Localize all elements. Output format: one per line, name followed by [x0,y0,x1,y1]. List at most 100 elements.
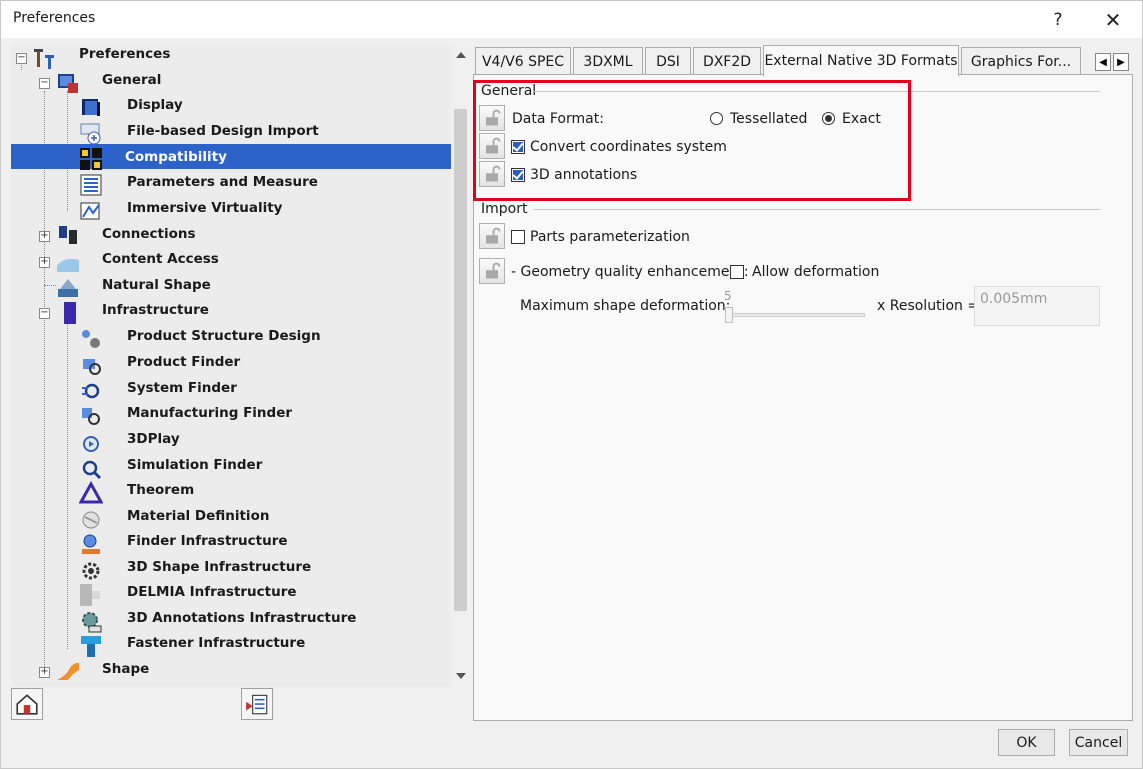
group-divider [534,91,1100,92]
help-button[interactable]: ? [1035,1,1081,38]
tree-item-material-definition[interactable]: Material Definition [125,503,271,528]
tree-item-compatibility[interactable]: Compatibility [11,144,451,169]
max-shape-deformation-label: Maximum shape deformation: [520,298,731,314]
parameters-measure-icon [80,174,102,196]
allow-deformation-checkbox[interactable] [730,265,744,279]
cancel-button[interactable]: Cancel [1069,729,1128,756]
tree-item-3d-annotations-infrastructure[interactable]: 3D Annotations Infrastructure [125,605,358,630]
lock-3d-annotations-button[interactable] [479,161,505,187]
scroll-down-arrow[interactable] [456,673,466,679]
tab-3dxml[interactable]: 3DXML [573,47,643,75]
scroll-up-arrow[interactable] [456,52,466,58]
window-title: Preferences [13,10,96,26]
3d-annotations-label: 3D annotations [530,167,638,183]
expander-general[interactable]: − [39,78,50,89]
tree-item-preferences[interactable]: Preferences [79,45,170,66]
display-icon [82,99,100,116]
finder-infrastructure-icon [82,534,100,554]
deformation-slider-thumb[interactable] [725,307,733,323]
lock-icon [486,137,501,154]
tree-item-general[interactable]: General [102,67,161,92]
natural-shape-icon [58,279,78,297]
geometry-quality-label: - Geometry quality enhancement: [511,264,749,280]
group-general-label: General [481,83,537,99]
tree-item-file-based-design-import[interactable]: File-based Design Import [125,118,321,143]
reset-home-button[interactable] [11,688,43,720]
file-import-icon [80,123,101,145]
tree-scrollbar[interactable] [452,45,469,687]
tree-item-natural-shape[interactable]: Natural Shape [102,272,211,297]
lock-icon [486,109,501,126]
tree-item-infrastructure[interactable]: Infrastructure [102,297,209,322]
resolution-field[interactable]: 0.005mm [974,286,1100,326]
expander-connections[interactable]: + [39,231,50,242]
tree-item-simulation-finder[interactable]: Simulation Finder [125,452,264,477]
allow-deformation-label: Allow deformation [752,264,880,280]
tree-item-delmia-infrastructure[interactable]: DELMIA Infrastructure [125,579,299,604]
tree-item-parameters-and-measure[interactable]: Parameters and Measure [125,169,320,194]
gear-icon [82,562,100,580]
content-access-icon [57,258,79,272]
scroll-thumb[interactable] [454,109,467,611]
connections-icon [59,226,77,244]
tree-item-finder-infrastructure[interactable]: Finder Infrastructure [125,528,290,553]
tree-item-shape[interactable]: Shape [102,656,149,681]
tessellated-label: Tessellated [730,111,808,127]
tree-item-theorem[interactable]: Theorem [125,477,196,502]
tab-graphics-formats[interactable]: Graphics For... [961,47,1081,75]
lock-parts-param-button[interactable] [479,223,505,249]
tab-external-native-3d-formats[interactable]: External Native 3D Formats [763,45,959,76]
3d-annotations-checkbox[interactable] [511,168,525,182]
lock-icon [486,227,501,244]
delmia-infrastructure-icon [80,584,100,606]
convert-coords-label: Convert coordinates system [530,139,727,155]
import-settings-button[interactable] [241,688,273,720]
tree-item-system-finder[interactable]: System Finder [125,375,239,400]
tree-item-content-access[interactable]: Content Access [102,246,219,271]
tree-item-connections[interactable]: Connections [102,221,196,246]
expander-infrastructure[interactable]: − [39,308,50,319]
deformation-slider-track[interactable] [725,313,865,317]
convert-coords-checkbox[interactable] [511,140,525,154]
expander-shape[interactable]: + [39,667,50,678]
tree-item-fastener-infrastructure[interactable]: Fastener Infrastructure [125,630,307,655]
resolution-label: x Resolution = [877,298,980,314]
lock-icon [486,262,501,279]
infrastructure-icon [64,302,76,324]
exact-radio[interactable] [822,112,835,125]
ok-button[interactable]: OK [998,729,1055,756]
parts-param-checkbox[interactable] [511,230,525,244]
compatibility-icon [80,148,102,170]
import-settings-icon [246,694,268,715]
lock-data-format-button[interactable] [479,105,505,131]
expander-content-access[interactable]: + [39,257,50,268]
manufacturing-finder-icon [82,408,100,425]
tree-item-3d-shape-infrastructure[interactable]: 3D Shape Infrastructure [125,554,313,579]
home-reset-icon [16,694,38,715]
tab-dxf2d[interactable]: DXF2D [693,47,761,75]
3dplay-icon [83,436,99,452]
tree-item-manufacturing-finder[interactable]: Manufacturing Finder [125,400,294,425]
preferences-window: Preferences ? ✕ − Preferences − General … [0,0,1143,769]
3d-annotations-infrastructure-icon [82,612,102,633]
tree-item-product-finder[interactable]: Product Finder [125,349,242,374]
lock-geometry-quality-button[interactable] [479,258,505,284]
expander-root[interactable]: − [16,53,27,64]
tab-dsi[interactable]: DSI [645,47,691,75]
slider-value: 5 [724,289,732,303]
tab-strip: V4/V6 SPEC 3DXML DSI DXF2D External Nati… [473,45,1133,76]
tab-scroll-right-icon[interactable]: ▶ [1113,53,1129,71]
tab-scroll-left-icon[interactable]: ◀ [1095,53,1111,71]
tree-item-immersive-virtuality[interactable]: Immersive Virtuality [125,195,284,220]
data-format-label: Data Format: [512,111,604,127]
tessellated-radio[interactable] [710,112,723,125]
tree-item-display[interactable]: Display [125,92,185,117]
lock-convert-coords-button[interactable] [479,133,505,159]
fastener-infrastructure-icon [81,636,101,657]
shape-icon [57,662,79,680]
tree-item-3dplay[interactable]: 3DPlay [125,426,182,451]
tab-v4-v6-spec[interactable]: V4/V6 SPEC [475,47,571,75]
close-button[interactable]: ✕ [1090,1,1136,38]
general-settings-icon [58,74,78,93]
tree-item-product-structure-design[interactable]: Product Structure Design [125,323,323,348]
